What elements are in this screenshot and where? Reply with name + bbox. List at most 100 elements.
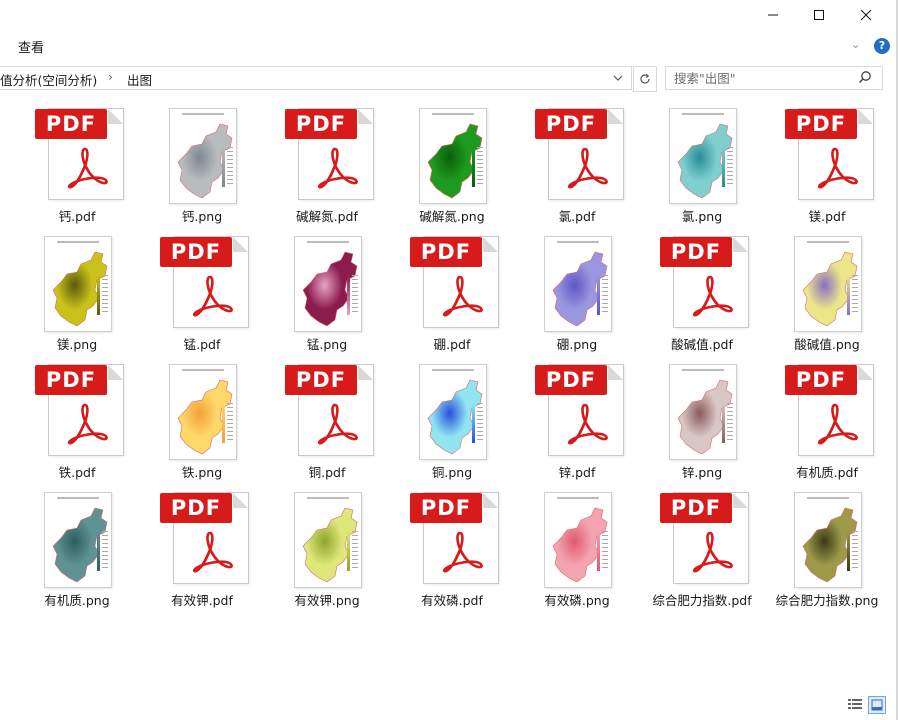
refresh-icon [640,73,650,84]
file-item-png[interactable]: 有效磷.png [522,488,632,609]
file-item-png[interactable]: 综合肥力指数.png [772,488,882,609]
legend-ticks [852,531,858,571]
pdf-file-icon: PDF [647,232,757,332]
file-item-pdf[interactable]: PDF 锌.pdf [522,360,632,481]
acrobat-icon [67,147,108,189]
file-name-label: 铜.png [431,465,473,480]
file-item-png[interactable]: 碱解氮.png [397,104,507,225]
file-item-png[interactable]: 有效钾.png [272,488,382,609]
file-name-label: 碱解氮.pdf [296,209,358,224]
legend-ticks [477,403,483,443]
png-thumbnail [397,360,507,460]
file-item-png[interactable]: 钙.png [147,104,257,225]
page-fold-icon [608,365,623,380]
pdf-badge-icon: PDF [160,493,232,523]
pdf-file-icon: PDF [22,360,132,460]
png-thumbnail [22,488,132,588]
file-item-pdf[interactable]: PDF 镁.pdf [772,104,882,225]
search-icon[interactable] [858,70,872,84]
page-fold-icon [733,493,748,508]
acrobat-icon [442,275,483,317]
chevron-down-icon[interactable]: ⌄ [851,38,860,51]
acrobat-icon [192,275,233,317]
file-name-label: 锰.png [306,337,348,352]
acrobat-icon [567,147,608,189]
map-legend [347,275,350,315]
map-image-thumbnail [794,236,862,332]
png-thumbnail [397,104,507,204]
details-view-icon[interactable] [847,696,863,712]
file-item-png[interactable]: 锰.png [272,232,382,353]
file-item-pdf[interactable]: PDF 综合肥力指数.pdf [647,488,757,609]
file-item-png[interactable]: 镁.png [22,232,132,353]
refresh-button[interactable] [633,66,657,92]
maximize-button[interactable] [796,0,842,30]
acrobat-icon [192,531,233,573]
legend-ticks [352,531,358,571]
file-item-pdf[interactable]: PDF 铜.pdf [272,360,382,481]
pdf-badge-icon: PDF [160,237,232,267]
file-item-png[interactable]: 锌.png [647,360,757,481]
breadcrumb-separator-icon[interactable]: › [108,70,113,84]
page-fold-icon [483,237,498,252]
file-item-pdf[interactable]: PDF 碱解氮.pdf [272,104,382,225]
file-item-png[interactable]: 铁.png [147,360,257,481]
file-name-label: 铁.pdf [58,465,96,480]
large-icons-view-icon[interactable] [868,696,886,714]
map-legend [472,403,475,443]
file-item-pdf[interactable]: PDF 有效钾.pdf [147,488,257,609]
help-icon[interactable]: ? [874,38,890,54]
map-title-line [807,497,849,499]
pdf-file-icon: PDF [397,232,507,332]
pdf-badge-icon: PDF [535,109,607,139]
file-item-pdf[interactable]: PDF 氯.pdf [522,104,632,225]
pdf-page-icon: PDF [35,364,124,456]
file-item-pdf[interactable]: PDF 钙.pdf [22,104,132,225]
file-name-label: 综合肥力指数.pdf [652,593,752,608]
page-fold-icon [858,109,873,124]
close-button[interactable] [843,0,889,30]
png-thumbnail [522,488,632,588]
map-image-thumbnail [169,108,237,204]
map-legend [722,147,725,187]
file-item-pdf[interactable]: PDF 铁.pdf [22,360,132,481]
file-name-label: 硼.png [556,337,598,352]
file-item-png[interactable]: 氯.png [647,104,757,225]
page-fold-icon [608,109,623,124]
file-item-pdf[interactable]: PDF 有效磷.pdf [397,488,507,609]
file-name-label: 有机质.png [44,593,110,608]
file-item-pdf[interactable]: PDF 锰.pdf [147,232,257,353]
file-name-label: 有效钾.png [294,593,360,608]
pdf-file-icon: PDF [772,360,882,460]
file-item-pdf[interactable]: PDF 酸碱值.pdf [647,232,757,353]
file-name-label: 有效磷.pdf [421,593,483,608]
ribbon-tab-view[interactable]: 查看 [18,37,44,56]
breadcrumb-parent[interactable]: 值分析(空间分析) [0,70,97,89]
pdf-page-icon: PDF [35,108,124,200]
file-item-pdf[interactable]: PDF 有机质.pdf [772,360,882,481]
breadcrumb-current[interactable]: 出图 [127,70,152,89]
legend-ticks [852,275,858,315]
file-item-png[interactable]: 硼.png [522,232,632,353]
map-image-thumbnail [44,492,112,588]
pdf-file-icon: PDF [272,360,382,460]
search-box[interactable] [665,66,883,90]
address-dropdown-icon[interactable] [611,71,625,85]
file-item-pdf[interactable]: PDF 硼.pdf [397,232,507,353]
pdf-file-icon: PDF [22,104,132,204]
file-item-png[interactable]: 铜.png [397,360,507,481]
png-thumbnail [147,104,257,204]
png-thumbnail [147,360,257,460]
map-title-line [57,241,99,243]
search-input[interactable] [674,69,844,87]
minimize-button[interactable] [750,0,796,30]
file-name-label: 锰.pdf [183,337,221,352]
acrobat-icon [692,531,733,573]
map-title-line [682,369,724,371]
png-thumbnail [22,232,132,332]
address-bar[interactable]: 值分析(空间分析) › 出图 [0,66,632,90]
file-name-label: 综合肥力指数.png [775,593,879,608]
file-item-png[interactable]: 酸碱值.png [772,232,882,353]
file-item-png[interactable]: 有机质.png [22,488,132,609]
file-name-label: 铁.png [181,465,223,480]
